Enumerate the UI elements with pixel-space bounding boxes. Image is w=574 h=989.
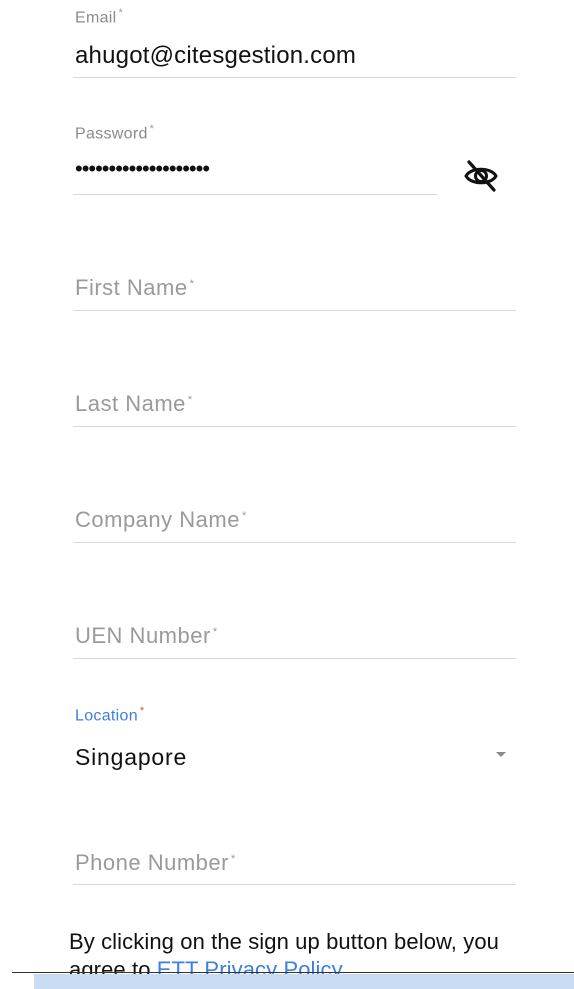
- last-name-placeholder: Last Name *: [75, 391, 193, 417]
- phone-number-placeholder-text: Phone Number: [75, 850, 229, 875]
- password-label-text: Password: [75, 125, 148, 143]
- email-label: Email *: [75, 7, 123, 27]
- required-marker: *: [187, 393, 193, 406]
- uen-number-placeholder: UEN Number *: [75, 623, 218, 649]
- company-name-underline: [73, 542, 516, 543]
- sign-up-button-edge[interactable]: [34, 974, 574, 989]
- last-name-underline: [73, 426, 516, 427]
- required-marker: *: [189, 277, 195, 290]
- company-name-placeholder: Company Name *: [75, 507, 247, 533]
- location-label-text: Location: [75, 707, 138, 725]
- company-name-field[interactable]: Company Name *: [73, 502, 516, 544]
- password-underline: [73, 194, 437, 195]
- password-field[interactable]: Password * ••••••••••••••••••••: [73, 120, 516, 196]
- email-value[interactable]: ahugot@citesgestion.com: [75, 42, 356, 70]
- required-marker: *: [139, 705, 145, 717]
- password-value[interactable]: ••••••••••••••••••••: [75, 156, 210, 182]
- first-name-underline: [73, 310, 516, 311]
- location-label: Location *: [75, 705, 145, 725]
- uen-number-field[interactable]: UEN Number *: [73, 618, 516, 660]
- required-marker: *: [230, 852, 236, 865]
- location-value[interactable]: Singapore: [75, 744, 187, 771]
- uen-number-placeholder-text: UEN Number: [75, 623, 211, 648]
- email-label-text: Email: [75, 9, 117, 27]
- email-underline: [73, 77, 516, 78]
- company-name-placeholder-text: Company Name: [75, 507, 240, 532]
- required-marker: *: [241, 509, 247, 522]
- phone-number-placeholder: Phone Number *: [75, 850, 236, 876]
- first-name-placeholder-text: First Name: [75, 275, 188, 300]
- required-marker: *: [149, 123, 155, 135]
- caret-down-icon[interactable]: [496, 752, 506, 757]
- last-name-placeholder-text: Last Name: [75, 391, 186, 416]
- location-select[interactable]: Location * Singapore: [73, 700, 516, 780]
- bottom-divider: [12, 972, 574, 973]
- required-marker: *: [118, 7, 124, 19]
- eye-off-icon-graphic: [464, 160, 498, 192]
- eye-off-icon[interactable]: [457, 155, 505, 197]
- email-field[interactable]: Email * ahugot@citesgestion.com: [73, 0, 516, 80]
- first-name-field[interactable]: First Name *: [73, 270, 516, 312]
- phone-number-field[interactable]: Phone Number *: [73, 845, 516, 887]
- phone-number-underline: [73, 884, 516, 885]
- signup-form-page: Email * ahugot@citesgestion.com Password *…: [0, 0, 574, 989]
- password-label: Password *: [75, 123, 154, 143]
- required-marker: *: [212, 625, 218, 638]
- first-name-placeholder: First Name *: [75, 275, 194, 301]
- uen-number-underline: [73, 658, 516, 659]
- last-name-field[interactable]: Last Name *: [73, 386, 516, 428]
